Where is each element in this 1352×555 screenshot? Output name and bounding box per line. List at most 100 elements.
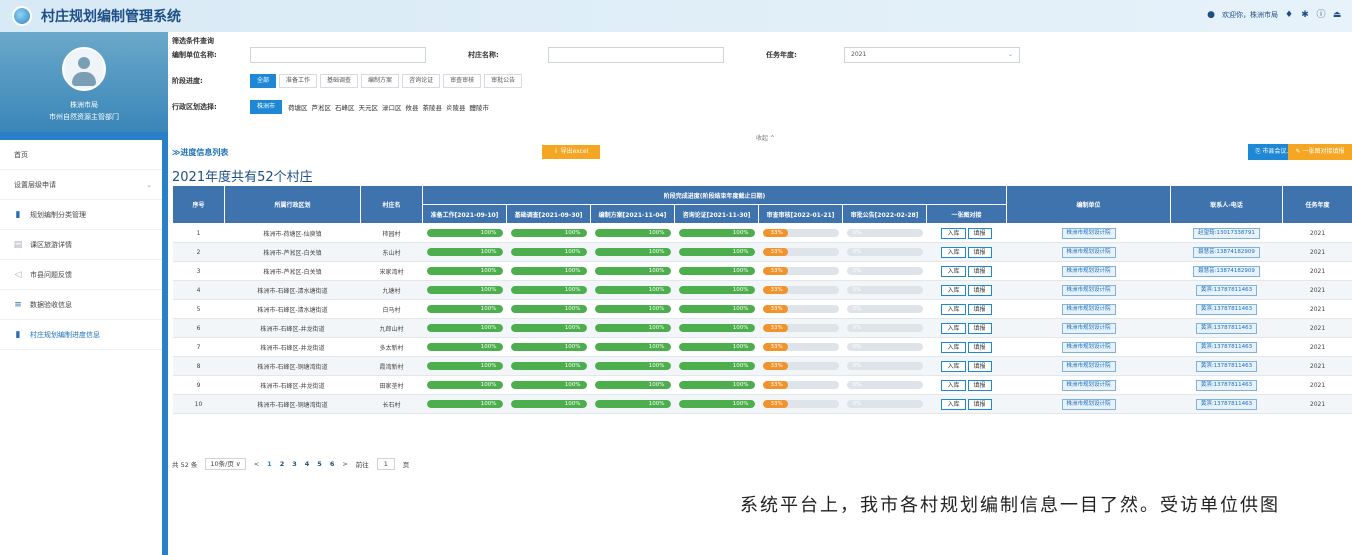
page-number[interactable]: 4 bbox=[305, 460, 310, 468]
unit-tag[interactable]: 株洲市规划设计院 bbox=[1061, 246, 1116, 258]
contact-tag[interactable]: 聂慧芸:13874182909 bbox=[1193, 246, 1260, 258]
district-option[interactable]: 醴陵市 bbox=[470, 102, 490, 112]
org-department: 市州自然资源主管部门 bbox=[49, 113, 119, 121]
contact-tag[interactable]: 黄滨:13787811463 bbox=[1195, 341, 1258, 353]
import-button[interactable]: 入库 bbox=[941, 322, 966, 334]
row-contact: 聂慧芸:13874182909 bbox=[1170, 261, 1283, 281]
info-icon[interactable]: ⓘ bbox=[1316, 10, 1326, 20]
page-number[interactable]: 2 bbox=[280, 460, 285, 468]
unit-tag[interactable]: 株洲市规划设计院 bbox=[1061, 303, 1116, 315]
fill-button[interactable]: 填报 bbox=[967, 227, 992, 239]
row-stage-progress: 100% bbox=[422, 375, 507, 395]
contact-tag[interactable]: 黄滨:13787811463 bbox=[1195, 322, 1258, 334]
unit-tag[interactable]: 株洲市规划设计院 bbox=[1061, 341, 1116, 353]
import-button[interactable]: 入库 bbox=[941, 284, 966, 296]
page-number[interactable]: 3 bbox=[292, 460, 297, 468]
sidebar-item-home[interactable]: 首页 bbox=[0, 140, 162, 170]
export-excel-button[interactable]: ⇩ 导出excel bbox=[542, 145, 600, 159]
import-button[interactable]: 入库 bbox=[941, 227, 966, 239]
sidebar-item-tour-detail[interactable]: ▤ 课区旅游详情 bbox=[0, 230, 162, 260]
goto-label: 前往 bbox=[355, 461, 369, 469]
unit-tag[interactable]: 株洲市规划设计院 bbox=[1061, 322, 1116, 334]
sidebar-item-feedback[interactable]: ◁ 市县问题反馈 bbox=[0, 260, 162, 290]
progress-percent: 0% bbox=[852, 382, 862, 388]
fill-button[interactable]: 填报 bbox=[967, 322, 992, 334]
stage-chip[interactable]: 审查审核 bbox=[443, 74, 482, 88]
logout-icon[interactable]: ⏏ bbox=[1332, 10, 1342, 20]
page-number[interactable]: 5 bbox=[317, 460, 322, 468]
fill-button[interactable]: 填报 bbox=[967, 303, 992, 315]
row-no: 7 bbox=[172, 337, 225, 357]
import-button[interactable]: 入库 bbox=[941, 265, 966, 277]
import-button[interactable]: 入库 bbox=[941, 360, 966, 372]
village-input[interactable] bbox=[548, 47, 724, 63]
row-stage-progress: 100% bbox=[674, 394, 759, 414]
unit-tag[interactable]: 株洲市规划设计院 bbox=[1061, 398, 1116, 410]
unit-tag[interactable]: 株洲市规划设计院 bbox=[1061, 265, 1116, 277]
page-size-select[interactable]: 10条/页 ∨ bbox=[205, 458, 246, 470]
contact-tag[interactable]: 赵望筠:13017338791 bbox=[1193, 227, 1260, 239]
gear-icon[interactable]: ✱ bbox=[1300, 10, 1310, 20]
district-chip[interactable]: 株洲市 bbox=[250, 100, 283, 114]
fill-button[interactable]: 填报 bbox=[967, 246, 992, 258]
contact-tag[interactable]: 聂慧芸:13874182909 bbox=[1193, 265, 1260, 277]
sidebar-item-label: 首页 bbox=[14, 150, 28, 159]
import-button[interactable]: 入库 bbox=[941, 398, 966, 410]
unit-tag[interactable]: 株洲市规划设计院 bbox=[1061, 227, 1116, 239]
district-list: 荷塘区 芦淞区 石峰区 天元区 渌口区 攸县 茶陵县 炎陵县 醴陵市 bbox=[288, 102, 489, 112]
fill-button[interactable]: 填报 bbox=[967, 398, 992, 410]
import-button[interactable]: 入库 bbox=[941, 303, 966, 315]
unit-tag[interactable]: 株洲市规划设计院 bbox=[1061, 379, 1116, 391]
stage-chip[interactable]: 编制方案 bbox=[361, 74, 400, 88]
district-option[interactable]: 炎陵县 bbox=[446, 102, 466, 112]
progress-percent: 100% bbox=[564, 401, 581, 407]
bell-icon[interactable]: ♦ bbox=[1284, 10, 1294, 20]
district-option[interactable]: 芦淞区 bbox=[312, 102, 332, 112]
stage-chip[interactable]: 准备工作 bbox=[279, 74, 318, 88]
map-fill-button[interactable]: ✎ 一张图对接填报 bbox=[1288, 144, 1352, 160]
contact-tag[interactable]: 黄滨:13787811463 bbox=[1195, 379, 1258, 391]
contact-tag[interactable]: 黄滨:13787811463 bbox=[1195, 360, 1258, 372]
import-button[interactable]: 入库 bbox=[941, 341, 966, 353]
import-button[interactable]: 入库 bbox=[941, 246, 966, 258]
stage-chip[interactable]: 咨询论证 bbox=[402, 74, 441, 88]
progress-bar: 33% bbox=[762, 381, 839, 389]
collapse-toggle[interactable]: 收起 ^ bbox=[756, 133, 775, 142]
district-option[interactable]: 攸县 bbox=[406, 102, 419, 112]
page-number[interactable]: 6 bbox=[330, 460, 335, 468]
unit-input[interactable] bbox=[250, 47, 426, 63]
sidebar-item-data-check[interactable]: ≡ 数据验收信息 bbox=[0, 290, 162, 320]
fill-button[interactable]: 填报 bbox=[967, 379, 992, 391]
contact-tag[interactable]: 黄滨:13787811463 bbox=[1195, 398, 1258, 410]
fill-button[interactable]: 填报 bbox=[967, 341, 992, 353]
contact-tag[interactable]: 黄滨:13787811463 bbox=[1195, 284, 1258, 296]
prev-page-button[interactable]: < bbox=[254, 460, 259, 468]
district-option[interactable]: 天元区 bbox=[359, 102, 379, 112]
unit-tag[interactable]: 株洲市规划设计院 bbox=[1061, 360, 1116, 372]
sidebar-item-progress[interactable]: ▮ 村庄规划编制进度信息 bbox=[0, 320, 162, 350]
stage-chip[interactable]: 基础调查 bbox=[320, 74, 359, 88]
sidebar-item-category[interactable]: ▮ 规划编制分类管理 bbox=[0, 200, 162, 230]
district-option[interactable]: 渌口区 bbox=[382, 102, 402, 112]
row-no: 10 bbox=[172, 394, 225, 414]
progress-bar: 100% bbox=[678, 400, 755, 408]
progress-bar: 100% bbox=[426, 229, 503, 237]
district-option[interactable]: 茶陵县 bbox=[423, 102, 443, 112]
fill-button[interactable]: 填报 bbox=[967, 284, 992, 296]
fill-button[interactable]: 填报 bbox=[967, 265, 992, 277]
fill-button[interactable]: 填报 bbox=[967, 360, 992, 372]
goto-page-input[interactable]: 1 bbox=[376, 458, 395, 470]
district-option[interactable]: 石峰区 bbox=[335, 102, 355, 112]
stage-chip[interactable]: 全部 bbox=[250, 74, 277, 88]
year-select[interactable]: 2021 ⌄ bbox=[844, 47, 1020, 63]
stage-chip[interactable]: 审批公告 bbox=[484, 74, 523, 88]
import-button[interactable]: 入库 bbox=[941, 379, 966, 391]
unit-tag[interactable]: 株洲市规划设计院 bbox=[1061, 284, 1116, 296]
contact-tag[interactable]: 黄滨:13787811463 bbox=[1195, 303, 1258, 315]
district-option[interactable]: 荷塘区 bbox=[288, 102, 308, 112]
row-stage-progress: 0% bbox=[842, 280, 927, 300]
row-stage-progress: 100% bbox=[674, 299, 759, 319]
next-page-button[interactable]: > bbox=[342, 460, 347, 468]
page-number[interactable]: 1 bbox=[267, 460, 272, 468]
sidebar-item-level-apply[interactable]: 设置层级申请 ⌄ bbox=[0, 170, 162, 200]
